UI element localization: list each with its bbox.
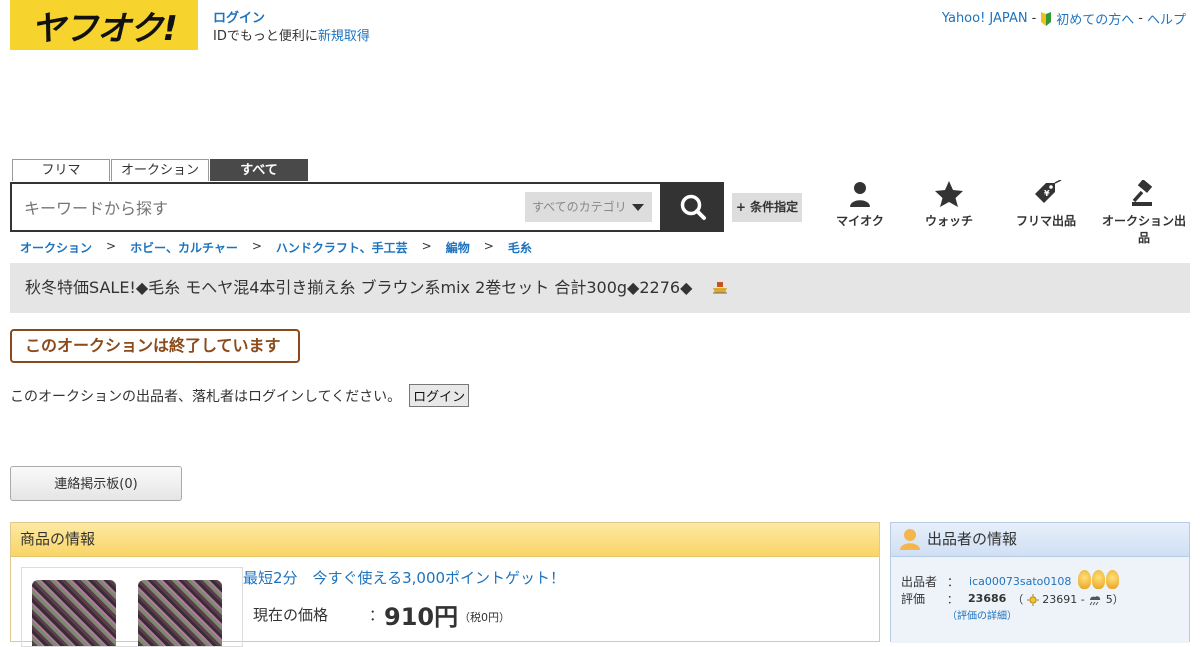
promo-link[interactable]: 最短2分 今すぐ使える3,000ポイントゲット！ [243, 567, 565, 588]
message-board-button[interactable]: 連絡掲示板(0) [10, 466, 182, 501]
breadcrumb-separator: > [483, 239, 494, 253]
seller-info-body: 出品者 ： ica00073sato0108 評価 ： 23686 （ 2369… [891, 557, 1189, 643]
breadcrumb-separator: > [421, 239, 432, 253]
item-info-heading: 商品の情報 [11, 523, 879, 557]
auction-ended-badge: このオークションは終了しています [10, 329, 300, 363]
yarn-image [32, 580, 116, 646]
top-link-separator: - [1138, 11, 1143, 26]
help-link[interactable]: ヘルプ [1147, 9, 1186, 28]
ship-icon [713, 282, 727, 294]
seller-info-heading: 出品者の情報 [891, 523, 1189, 557]
search-bar: すべてのカテゴリ [10, 182, 662, 232]
breadcrumb-separator: > [251, 239, 262, 253]
tab-furima[interactable]: フリマ [12, 159, 110, 181]
nav-auction-sell[interactable]: オークション出品 [1098, 180, 1190, 246]
breadcrumb: オークション > ホビー、カルチャー > ハンドクラフト、手工芸 > 編物 > … [20, 239, 532, 256]
seller-name-link[interactable]: ica00073sato0108 [969, 575, 1071, 588]
sun-icon [1026, 593, 1039, 606]
category-select[interactable]: すべてのカテゴリ [525, 192, 652, 222]
condition-button[interactable]: + 条件指定 [732, 193, 802, 222]
tab-auction[interactable]: オークション [111, 159, 209, 181]
rating-bad: 5 [1105, 592, 1113, 606]
yahoo-japan-link[interactable]: Yahoo! JAPAN [942, 11, 1028, 26]
breadcrumb-item-auction[interactable]: オークション [20, 239, 92, 256]
current-price: 910円 [384, 603, 459, 631]
rating-colon: ： [947, 592, 959, 606]
chevron-down-icon [632, 204, 644, 211]
rating-total: 23686 [968, 592, 1007, 605]
person-icon [850, 182, 870, 207]
top-link-separator: - [1031, 11, 1037, 26]
beginner-mark-icon [1041, 11, 1052, 26]
nav-furima-sell[interactable]: ¥ フリマ出品 [1012, 180, 1080, 229]
medal-icon [1092, 570, 1106, 589]
login-sub-text: IDでもっと便利に [213, 29, 318, 44]
nav-my-auction[interactable]: マイオク [830, 180, 890, 229]
seller-heading-text: 出品者の情報 [927, 530, 1018, 548]
nav-label: マイオク [836, 214, 884, 228]
rating-detail-link[interactable]: （評価の詳細） [947, 607, 1017, 622]
rating-open: （ [1012, 592, 1024, 606]
search-input[interactable] [22, 193, 506, 223]
price-colon: ： [369, 606, 385, 624]
medal-icon [1106, 570, 1120, 589]
rating-good: 23691 [1042, 592, 1078, 606]
login-box: ログイン IDでもっと便利に新規取得 [213, 10, 370, 46]
nav-label: オークション出品 [1101, 214, 1186, 245]
breadcrumb-separator: > [106, 239, 117, 253]
nav-watch[interactable]: ウォッチ [919, 180, 979, 229]
seller-colon: ： [947, 574, 960, 589]
notice-login-button[interactable]: ログイン [409, 384, 470, 407]
price-label: 現在の価格 [253, 606, 329, 624]
rating-dash: - [1080, 592, 1085, 606]
login-link[interactable]: ログイン [213, 11, 265, 26]
gavel-icon [1132, 180, 1153, 206]
login-notice-text: このオークションの出品者、落札者はログインしてください。 [10, 388, 402, 405]
rain-icon [1089, 595, 1101, 605]
search-icon [680, 194, 706, 220]
yahuoku-logo[interactable]: ヤフオク! [10, 0, 198, 50]
yarn-image [138, 580, 222, 646]
rating-row: 評価 ： 23686 （ 23691 - 5） [901, 590, 1124, 607]
rating-close: ） [1112, 592, 1124, 606]
price-tag-icon: ¥ [1035, 180, 1062, 203]
price-tax: （税0円） [459, 611, 510, 624]
beginner-link[interactable]: 初めての方へ [1056, 9, 1134, 28]
breadcrumb-item-hobby[interactable]: ホビー、カルチャー [130, 239, 238, 256]
rating-breakdown: （ 23691 - 5） [1012, 591, 1124, 607]
tab-all[interactable]: すべて [210, 159, 308, 181]
rating-label: 評価 [901, 592, 926, 606]
seller-row: 出品者 ： ica00073sato0108 [901, 570, 1120, 592]
login-notice: このオークションの出品者、落札者はログインしてください。 ログイン [10, 384, 470, 407]
item-thumbnail[interactable] [21, 567, 243, 647]
category-select-label: すべてのカテゴリ [532, 200, 627, 214]
search-tabs: フリマ オークション すべて [12, 159, 308, 181]
breadcrumb-item-handcraft[interactable]: ハンドクラフト、手工芸 [276, 239, 408, 256]
item-title-bar: 秋冬特価SALE!◆毛糸 モヘヤ混4本引き揃え糸 ブラウン系mix 2巻セット … [10, 263, 1190, 313]
signup-link[interactable]: 新規取得 [318, 29, 370, 44]
svg-text:¥: ¥ [1044, 189, 1050, 198]
search-button[interactable] [662, 182, 724, 232]
seller-avatar-icon [900, 529, 920, 550]
star-icon [935, 181, 963, 207]
nav-label: ウォッチ [924, 214, 973, 228]
breadcrumb-item-yarn[interactable]: 毛糸 [508, 239, 532, 256]
breadcrumb-item-knitting[interactable]: 編物 [446, 239, 470, 256]
nav-label: フリマ出品 [1015, 214, 1076, 228]
seller-label: 出品者 [901, 574, 938, 589]
item-info-panel: 商品の情報 最短2分 今すぐ使える3,000ポイントゲット！ 現在の価格 ： 9… [10, 522, 880, 647]
seller-medals [1077, 570, 1120, 592]
medal-icon [1078, 570, 1092, 589]
page-title: 秋冬特価SALE!◆毛糸 モヘヤ混4本引き揃え糸 ブラウン系mix 2巻セット … [25, 278, 693, 297]
top-links: Yahoo! JAPAN - 初めての方へ - ヘルプ [942, 9, 1186, 28]
seller-info-panel: 出品者の情報 出品者 ： ica00073sato0108 評価 ： 23686… [890, 522, 1190, 643]
